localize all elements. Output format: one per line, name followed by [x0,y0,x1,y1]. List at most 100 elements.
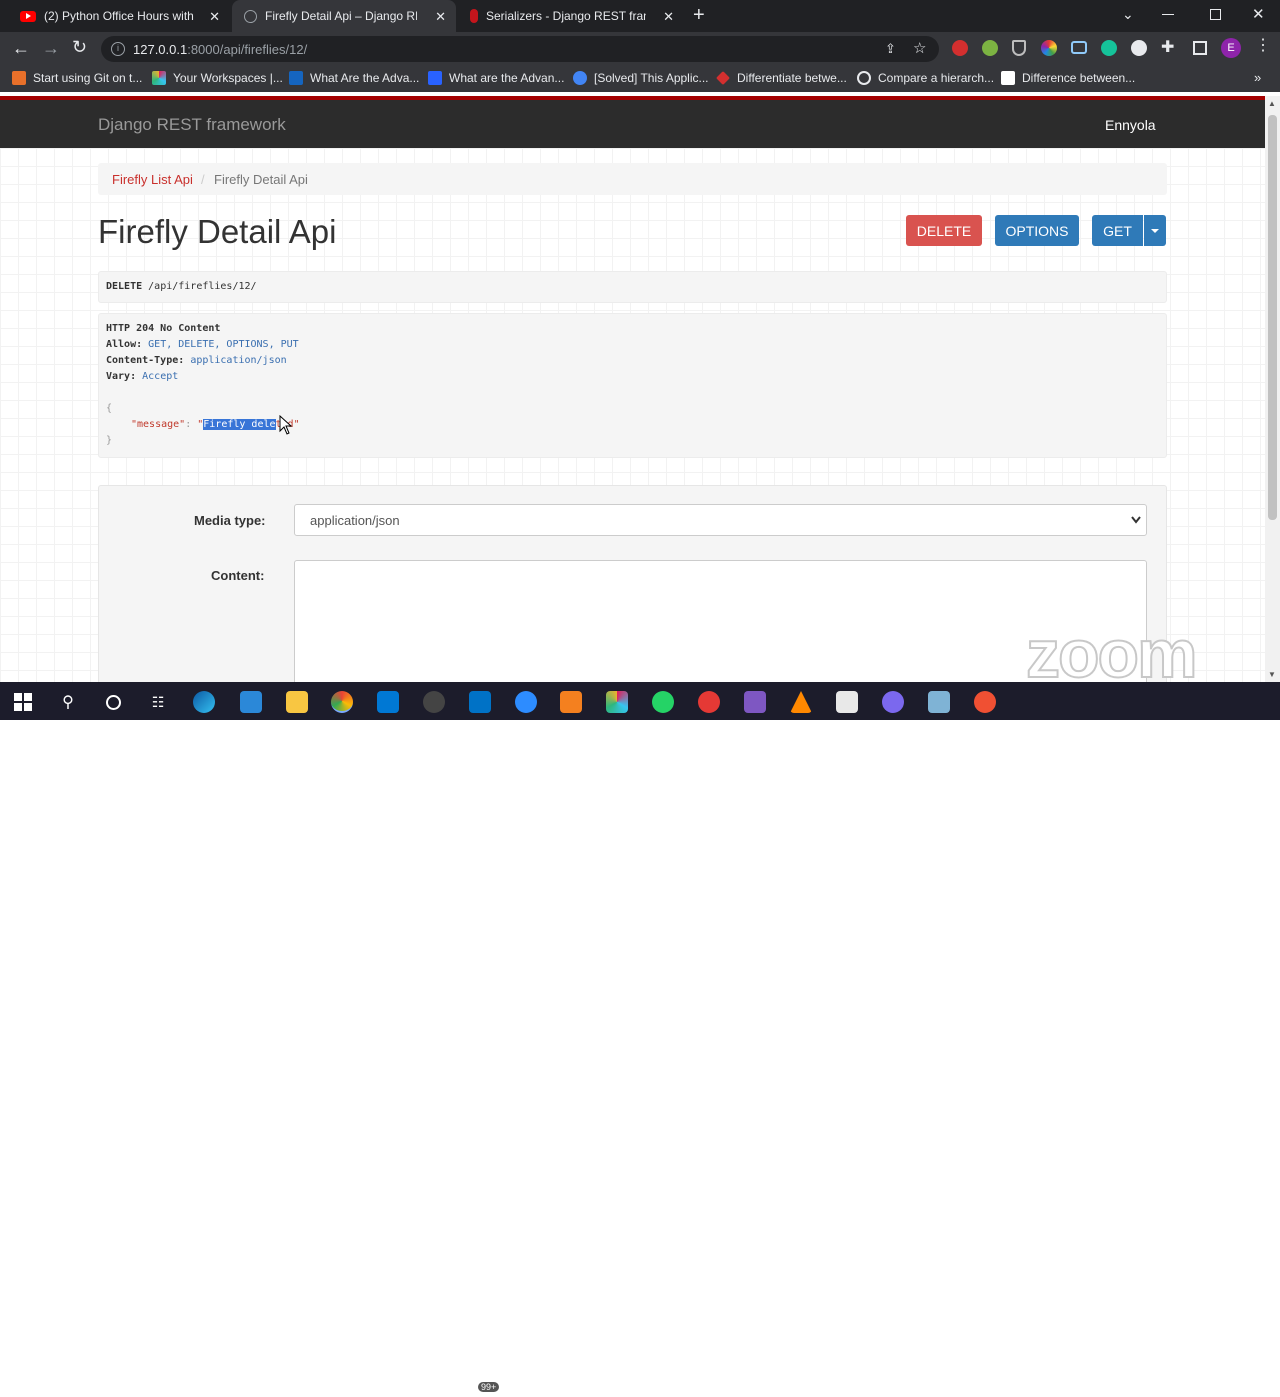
obs-icon[interactable] [423,691,445,713]
back-arrow-icon[interactable]: ← [12,38,30,59]
media-type-label: Media type: [194,513,266,528]
close-icon[interactable]: ✕ [209,9,220,25]
extension-icon[interactable] [952,40,968,56]
clock-time: 6:10 PM [1229,1369,1270,1381]
bookmark-item[interactable]: [Solved] This Applic... [573,71,709,85]
breadcrumb-current: Firefly Detail Api [214,172,308,187]
mail-icon[interactable] [469,691,491,713]
json-close-brace: } [106,435,113,446]
globe-icon [244,9,257,23]
share-icon[interactable]: ⇪ [885,41,896,57]
zoom-icon[interactable] [515,691,537,713]
forward-arrow-icon[interactable]: → [42,38,60,59]
content-textarea[interactable] [294,560,1147,686]
git-icon[interactable] [974,691,996,713]
bookmark-item[interactable]: What are the Advan... [428,71,564,85]
extension-icon[interactable] [982,40,998,56]
chevron-down-icon[interactable]: ⌄ [1122,6,1134,23]
profile-avatar[interactable]: E [1221,38,1241,58]
get-format-dropdown[interactable] [1144,215,1166,246]
media-type-value: application/json [310,513,400,528]
edge-icon[interactable] [193,691,215,713]
bookmark-item[interactable]: Compare a hierarch... [857,71,994,85]
navbar-brand[interactable]: Django REST framework [98,115,286,135]
bookmark-item[interactable]: Your Workspaces |... [152,71,283,85]
slack-icon[interactable] [606,691,628,713]
request-info: DELETE /api/fireflies/12/ [98,271,1167,303]
app-icon[interactable] [744,691,766,713]
header-value: GET, DELETE, OPTIONS, PUT [148,339,299,350]
tab-serializers[interactable]: Serializers - Django REST framew ✕ [458,0,684,32]
youtube-music-icon[interactable] [698,691,720,713]
info-icon[interactable]: i [111,42,125,56]
breadcrumb-link[interactable]: Firefly List Api [112,172,193,187]
bookmark-item[interactable]: What Are the Adva... [289,71,419,85]
store-icon[interactable] [240,691,262,713]
scrollbar-thumb[interactable] [1268,115,1277,520]
vlc-icon[interactable] [790,691,812,713]
vscode-icon[interactable] [377,691,399,713]
tab-youtube[interactable]: (2) Python Office Hours with Enn ✕ [8,0,230,32]
extension-icon[interactable] [1131,40,1147,56]
options-button[interactable]: OPTIONS [995,215,1079,246]
caret-down-icon [1151,228,1159,233]
mouse-cursor-icon [279,415,293,435]
minimize-button[interactable] [1162,14,1174,15]
more-bookmarks-button[interactable]: » [1254,70,1261,85]
whatsapp-icon[interactable] [652,691,674,713]
menu-icon[interactable]: ⋮ [1255,38,1271,54]
file-explorer-icon[interactable] [286,691,308,713]
windows-start-icon[interactable] [12,691,34,713]
restore-button[interactable] [1210,9,1221,20]
shield-icon[interactable] [1012,40,1026,56]
bookmark-icon [289,71,303,85]
cortana-icon[interactable] [102,691,124,713]
chrome-icon[interactable] [331,691,353,713]
get-button[interactable]: GET [1092,215,1143,246]
url-text: 127.0.0.1:8000/api/fireflies/12/ [133,42,307,57]
tab-firefly-detail[interactable]: Firefly Detail Api – Django REST f ✕ [232,0,456,32]
url-host: 127.0.0.1 [133,41,188,57]
tab-title: Firefly Detail Api – Django REST f [265,9,417,23]
screen-capture-icon[interactable] [1071,41,1087,54]
app-icon[interactable] [560,691,582,713]
document-icon[interactable] [836,691,858,713]
star-icon[interactable]: ☆ [913,39,926,57]
chevron-down-icon [1131,516,1141,524]
header-key: Vary: [106,371,137,382]
bookmark-label: [Solved] This Applic... [594,71,709,85]
app-icon[interactable] [882,691,904,713]
header-key: Allow: [106,339,143,350]
close-icon[interactable]: ✕ [435,9,446,25]
notepad-icon[interactable] [928,691,950,713]
puzzle-icon[interactable]: ✚ [1161,37,1174,57]
globe-icon [857,71,871,85]
browser-toolbar: ← → ↻ i 127.0.0.1:8000/api/fireflies/12/… [0,32,1280,66]
slack-icon [152,71,166,85]
scroll-up-arrow[interactable]: ▲ [1268,99,1276,108]
youtube-icon [20,10,36,22]
media-type-select[interactable]: application/json [294,504,1147,536]
bookmark-item[interactable]: Differentiate betwe... [716,71,847,85]
close-icon[interactable]: ✕ [663,9,674,25]
bookmarks-bar: Start using Git on t... Your Workspaces … [0,66,1280,92]
delete-button[interactable]: DELETE [906,215,982,246]
side-panel-icon[interactable] [1193,41,1207,55]
address-bar[interactable]: i 127.0.0.1:8000/api/fireflies/12/ ⇪ ☆ [101,36,939,62]
tab-title: Serializers - Django REST framew [486,9,646,23]
task-view-icon[interactable]: ☷ [147,691,169,713]
scroll-down-arrow[interactable]: ▼ [1268,670,1276,679]
bookmark-item[interactable]: Start using Git on t... [12,71,142,85]
search-icon[interactable]: ⚲ [57,691,79,713]
bookmark-label: What are the Advan... [449,71,565,85]
grammarly-icon[interactable] [1101,40,1117,56]
color-picker-icon[interactable] [1041,40,1057,56]
new-tab-button[interactable]: + [693,4,705,27]
header-value: Accept [142,371,179,382]
close-window-button[interactable]: ✕ [1252,5,1265,23]
json-body-line[interactable]: "message": "Firefly deleted" [131,419,300,430]
user-menu[interactable]: Ennyola [1105,117,1156,133]
bookmark-item[interactable]: Difference between... [1001,71,1135,85]
selected-text: Firefly dele [203,419,276,430]
reload-icon[interactable]: ↻ [72,37,87,58]
